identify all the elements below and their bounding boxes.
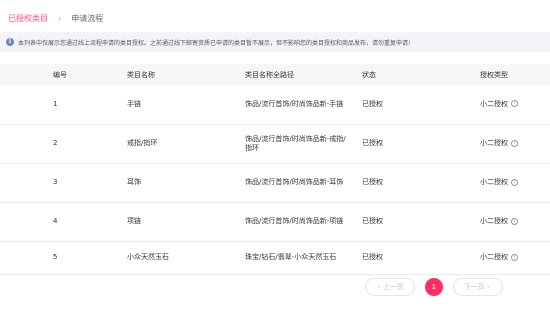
chevron-left-icon: ‹ [378, 283, 381, 291]
cell-number: 5 [53, 253, 58, 261]
chevron-right-icon: › [486, 283, 490, 291]
prev-page-button[interactable]: ‹ 上一页 [365, 278, 415, 296]
cell-status: 已授权 [362, 178, 383, 186]
cell-category-name: 耳饰 [127, 178, 141, 186]
page-number-current[interactable]: 1 [424, 278, 443, 296]
info-icon: i [6, 38, 14, 46]
category-table: 编号 类目名称 类目名称全路径 状态 授权类型 1 手链 饰品/流行首饰/时尚饰… [0, 64, 550, 275]
auth-type-text: 小二授权 [480, 217, 508, 225]
auth-type-text: 小二授权 [480, 139, 508, 147]
path-text: 饰品/流行首饰/时尚饰品新-耳饰 [245, 178, 344, 186]
path-text: 饰品/流行首饰/时尚饰品新-项链 [245, 217, 344, 225]
header-full-path: 类目名称全路径 [245, 70, 294, 79]
question-circle-icon[interactable]: ? [511, 253, 518, 261]
path-text: 饰品/流行首饰/时尚饰品新-手链 [245, 99, 344, 108]
cell-category-name: 小众天然玉石 [127, 253, 169, 261]
cell-status: 已授权 [362, 99, 383, 108]
table-header-row: 编号 类目名称 类目名称全路径 状态 授权类型 [0, 64, 550, 85]
next-page-label: 下一页 [463, 283, 485, 291]
auth-type-text: 小二授权 [480, 253, 508, 261]
cell-full-path: 饰品/流行首饰/时尚饰品新-项链 [240, 202, 357, 241]
header-status: 状态 [362, 70, 376, 79]
question-circle-icon[interactable]: ? [511, 178, 518, 186]
table-row: 1 手链 饰品/流行首饰/时尚饰品新-手链 已授权 小二授权? [0, 85, 550, 124]
breadcrumb: 已授权类目 › 申请流程 [8, 12, 103, 24]
cell-number: 2 [53, 139, 58, 147]
header-auth-type: 授权类型 [480, 70, 508, 79]
cell-auth-type: 小二授权? [475, 163, 550, 202]
prev-page-label: 上一页 [382, 283, 404, 291]
cell-status: 已授权 [362, 139, 383, 147]
question-circle-icon[interactable]: ? [511, 100, 518, 108]
breadcrumb-authorized-categories[interactable]: 已授权类目 [8, 13, 48, 24]
cell-number: 3 [53, 178, 58, 186]
header-category-name: 类目名称 [127, 70, 155, 79]
cell-category-name: 项链 [127, 217, 141, 225]
cell-full-path: 饰品/流行首饰/时尚饰品新-耳饰 [240, 163, 357, 202]
cell-full-path: 饰品/流行首饰/时尚饰品新-戒指/指环 [240, 124, 357, 163]
table-row: 3 耳饰 饰品/流行首饰/时尚饰品新-耳饰 已授权 小二授权? [0, 163, 550, 202]
table-row: 5 小众天然玉石 珠宝/钻石/翡翠-小众天然玉石 已授权 小二授权? [0, 241, 550, 274]
cell-full-path: 饰品/流行首饰/时尚饰品新-手链 [240, 85, 357, 124]
cell-auth-type: 小二授权? [475, 124, 550, 163]
question-circle-icon[interactable]: ? [511, 217, 518, 225]
chevron-right-icon: › [58, 13, 62, 23]
path-text: 珠宝/钻石/翡翠-小众天然玉石 [245, 253, 337, 261]
notice-text: 本列表中仅展示您通过线上流程申请的类目授权。之前通过线下邮寄资质已申请的类目暂不… [18, 39, 411, 47]
pagination: ‹ 上一页 1 下一页 › [365, 278, 503, 296]
auth-type-text: 小二授权 [480, 99, 508, 108]
path-text: 饰品/流行首饰/时尚饰品新-戒指/指环 [245, 134, 346, 152]
cell-number: 1 [53, 99, 58, 108]
header-number: 编号 [53, 70, 67, 79]
cell-auth-type: 小二授权? [475, 202, 550, 241]
cell-status: 已授权 [362, 253, 383, 261]
cell-full-path: 珠宝/钻石/翡翠-小众天然玉石 [240, 241, 357, 274]
cell-number: 4 [53, 217, 58, 225]
cell-category-name: 手链 [127, 99, 141, 108]
cell-auth-type: 小二授权? [475, 85, 550, 124]
question-circle-icon[interactable]: ? [511, 139, 518, 147]
cell-auth-type: 小二授权? [475, 241, 550, 274]
notice-banner: i 本列表中仅展示您通过线上流程申请的类目授权。之前通过线下邮寄资质已申请的类目… [0, 32, 550, 52]
breadcrumb-current: 申请流程 [71, 13, 104, 23]
cell-status: 已授权 [362, 217, 383, 225]
next-page-button[interactable]: 下一页 › [452, 278, 503, 296]
table-row: 4 项链 饰品/流行首饰/时尚饰品新-项链 已授权 小二授权? [0, 202, 550, 241]
auth-type-text: 小二授权 [480, 178, 508, 186]
table-row: 2 戒指/指环 饰品/流行首饰/时尚饰品新-戒指/指环 已授权 小二授权? [0, 124, 550, 163]
cell-category-name: 戒指/指环 [127, 139, 158, 147]
